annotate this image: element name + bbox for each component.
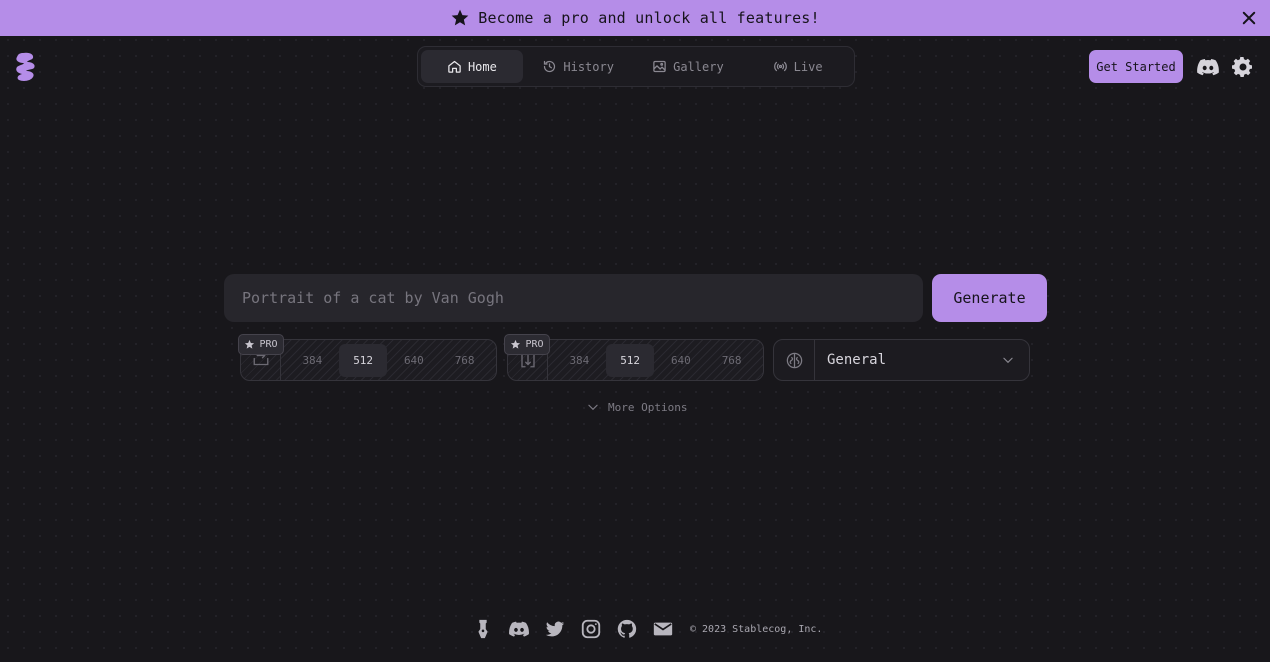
tab-gallery[interactable]: Gallery [634,50,743,83]
tab-home[interactable]: Home [421,50,523,83]
prompt-input[interactable] [224,274,923,322]
discord-icon[interactable] [1195,55,1221,79]
banner-text: Become a pro and unlock all features! [478,9,820,27]
tab-history[interactable]: History [525,50,632,83]
chevron-down-icon [1003,357,1013,364]
copyright-text: © 2023 Stablecog, Inc. [690,623,823,635]
more-options-label: More Options [608,400,688,414]
tab-gallery-label: Gallery [673,59,724,74]
brain-icon [786,352,802,368]
width-pro-badge: PRO [238,334,284,355]
width-options: 384 512 640 768 [281,343,496,377]
main-nav: Home History Gallery Live [417,46,855,87]
width-option[interactable]: 384 [288,344,336,377]
pro-label: PRO [525,339,544,350]
gear-icon[interactable] [1231,55,1255,79]
live-icon [773,61,787,72]
pen-nib-icon[interactable] [472,618,494,640]
star-icon [511,339,521,349]
home-icon [448,60,461,73]
height-option[interactable]: 384 [555,344,603,377]
github-icon[interactable] [616,618,638,640]
get-started-button[interactable]: Get Started [1089,50,1183,83]
more-options-toggle[interactable]: More Options [586,397,687,417]
tab-live-label: Live [793,59,823,74]
instagram-icon[interactable] [580,618,602,640]
height-options: 384 512 640 768 [548,343,763,377]
mail-icon[interactable] [652,618,674,640]
history-icon [544,60,556,73]
gallery-icon [653,60,666,73]
star-icon [245,339,255,349]
star-icon [451,9,469,26]
width-option-selected[interactable]: 512 [339,343,388,377]
width-option[interactable]: 768 [441,344,489,377]
pro-label: PRO [259,339,278,350]
stablecog-logo[interactable] [13,52,37,82]
model-select[interactable]: General [773,339,1030,381]
height-option[interactable]: 640 [657,344,705,377]
twitter-icon[interactable] [544,618,566,640]
height-option-selected[interactable]: 512 [606,343,655,377]
width-option[interactable]: 640 [390,344,438,377]
footer: © 2023 Stablecog, Inc. [472,617,822,641]
model-select-value: General [827,352,887,368]
discord-icon[interactable] [508,618,530,640]
promo-banner[interactable]: Become a pro and unlock all features! [0,0,1270,36]
chevron-down-icon [588,404,598,411]
height-pro-badge: PRO [504,334,550,355]
tab-live[interactable]: Live [744,50,851,83]
tab-history-label: History [563,59,614,74]
generate-button[interactable]: Generate [932,274,1047,322]
tab-home-label: Home [467,59,497,74]
model-icon-cell [774,340,815,380]
close-icon[interactable] [1240,9,1258,27]
height-option[interactable]: 768 [708,344,756,377]
